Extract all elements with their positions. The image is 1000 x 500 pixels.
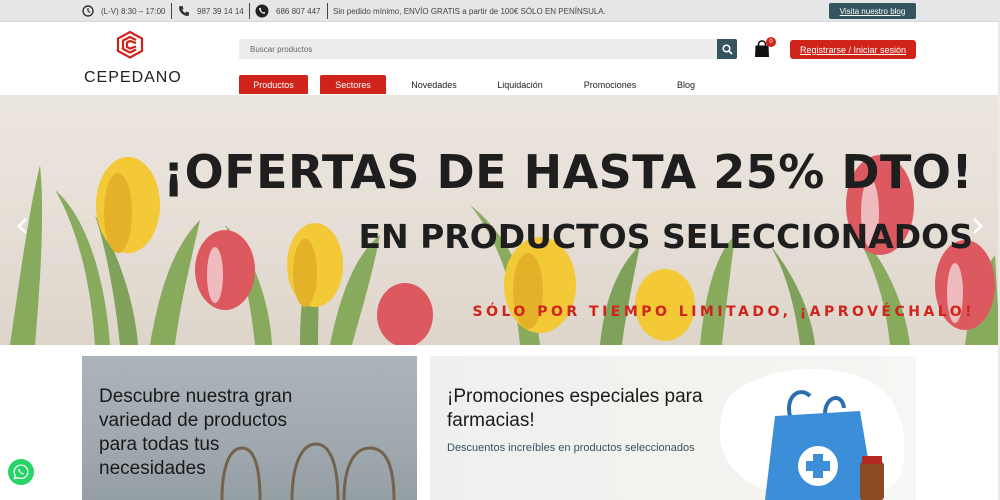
products-card[interactable]: Descubre nuestra gran variedad de produc… bbox=[82, 356, 417, 500]
pharmacy-promo-card[interactable]: ¡Promociones especiales para farmacias! … bbox=[430, 356, 916, 500]
nav-productos[interactable]: Productos bbox=[239, 75, 308, 94]
whatsapp-text: 686 807 447 bbox=[276, 6, 321, 16]
nav-promociones[interactable]: Promociones bbox=[575, 75, 645, 94]
logo-text: CEPEDANO bbox=[84, 69, 182, 86]
hero-subheadline: EN PRODUCTOS SELECCIONADOS bbox=[358, 217, 973, 256]
cart-count-badge: 0 bbox=[766, 37, 776, 47]
divider bbox=[171, 3, 172, 19]
title-line: variedad de productos bbox=[99, 410, 288, 431]
pharmacy-card-subtitle: Descuentos increíbles en productos selec… bbox=[447, 442, 695, 454]
nav-blog[interactable]: Blog bbox=[668, 75, 704, 94]
nav-liquidacion[interactable]: Liquidación bbox=[486, 75, 554, 94]
whatsapp-icon bbox=[255, 4, 269, 18]
divider bbox=[327, 3, 328, 19]
phone-info[interactable]: 987 39 14 14 bbox=[178, 0, 244, 22]
title-line: ¡Promociones especiales para bbox=[447, 386, 703, 407]
search-input[interactable] bbox=[239, 39, 717, 59]
search-button[interactable] bbox=[717, 39, 737, 59]
hours-text: (L-V) 8:30 – 17:00 bbox=[101, 6, 166, 16]
products-card-title: Descubre nuestra gran variedad de produc… bbox=[99, 385, 292, 481]
shipping-info: Sin pedido mínimo, ENVÍO GRATIS a partir… bbox=[333, 0, 606, 22]
clock-icon bbox=[82, 5, 94, 17]
title-line: para todas tus bbox=[99, 434, 220, 455]
visit-blog-button[interactable]: Visita nuestro blog bbox=[829, 3, 916, 19]
chevron-right-icon[interactable] bbox=[971, 217, 985, 235]
login-register-button[interactable]: Registrarse / Iniciar sesión bbox=[790, 40, 916, 59]
hero-headline: ¡OFERTAS DE HASTA 25% DTO! bbox=[163, 145, 973, 199]
shipping-text: Sin pedido mínimo, ENVÍO GRATIS a partir… bbox=[333, 6, 606, 16]
pharmacy-card-title: ¡Promociones especiales para farmacias! bbox=[447, 385, 703, 433]
whatsapp-chat-button[interactable] bbox=[8, 459, 34, 485]
phone-text: 987 39 14 14 bbox=[197, 6, 244, 16]
title-line: Descubre nuestra gran bbox=[99, 386, 293, 407]
phone-icon bbox=[179, 6, 189, 16]
hero-banner[interactable]: ¡OFERTAS DE HASTA 25% DTO! EN PRODUCTOS … bbox=[0, 95, 1000, 345]
search-icon bbox=[721, 43, 733, 55]
divider bbox=[249, 3, 250, 19]
nav-novedades[interactable]: Novedades bbox=[400, 75, 468, 94]
nav-sectores[interactable]: Sectores bbox=[320, 75, 386, 94]
whatsapp-icon bbox=[13, 464, 29, 480]
title-line: farmacias! bbox=[447, 410, 535, 431]
chevron-left-icon[interactable] bbox=[15, 217, 29, 235]
top-info-bar: (L-V) 8:30 – 17:00 987 39 14 14 686 807 … bbox=[0, 0, 1000, 22]
hero-tagline: SÓLO POR TIEMPO LIMITADO, ¡APROVÉCHALO! bbox=[472, 304, 975, 320]
whatsapp-info[interactable]: 686 807 447 bbox=[255, 0, 321, 22]
hours-info: (L-V) 8:30 – 17:00 bbox=[82, 0, 165, 22]
title-line: necesidades bbox=[99, 458, 206, 479]
